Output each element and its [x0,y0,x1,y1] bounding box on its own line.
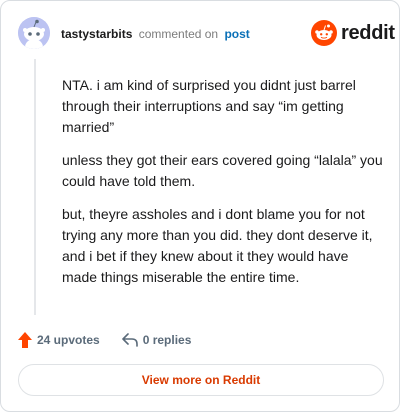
comment-action-text: commented on [138,27,219,41]
comment-footer: 24 upvotes 0 replies [18,331,191,349]
post-link[interactable]: post [224,27,249,41]
snoo-avatar-icon [18,17,50,49]
reddit-embed-card: tastystarbits commented on post reddit N… [0,0,400,412]
comment-paragraph: but, theyre assholes and i dont blame yo… [62,206,373,285]
reply-arrow-icon [121,333,138,347]
username[interactable]: tastystarbits [61,27,132,41]
upvotes-stat[interactable]: 24 upvotes [18,332,100,348]
avatar[interactable] [18,17,50,49]
upvotes-count: 24 upvotes [37,333,100,347]
comment-paragraph: unless they got their ears covered going… [62,152,383,189]
reddit-snoo-icon [311,20,337,46]
comment-paragraph: NTA. i am kind of surprised you didnt ju… [62,77,356,135]
view-more-button[interactable]: View more on Reddit [18,364,384,396]
reddit-logo[interactable]: reddit [311,20,395,46]
comment-body: NTA. i am kind of surprised you didnt ju… [62,75,384,300]
arrow-up-icon [18,332,32,348]
thread-line [34,59,36,315]
reddit-wordmark: reddit [341,22,395,44]
replies-count: 0 replies [142,333,192,347]
replies-stat[interactable]: 0 replies [121,333,192,347]
comment-header: tastystarbits commented on post [61,26,250,42]
